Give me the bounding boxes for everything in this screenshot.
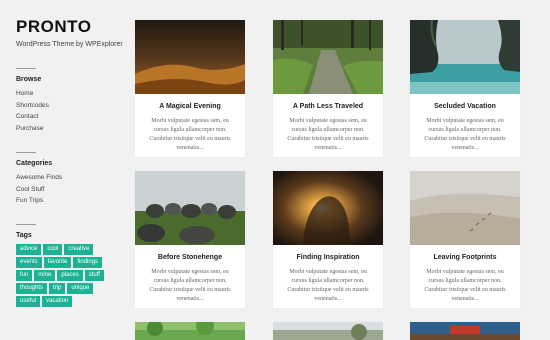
site-tagline: WordPress Theme by WPExplorer — [16, 41, 123, 48]
tag-unique[interactable]: unique — [67, 283, 94, 294]
post-excerpt: Morbi vulputate egestas sem, eu cursus l… — [287, 269, 369, 302]
post-thumbnail[interactable] — [135, 171, 245, 245]
tag-events[interactable]: events — [16, 257, 42, 268]
tag-cloud: advice cool creative events favorite fin… — [16, 244, 116, 307]
site-logo[interactable]: PRONTO — [16, 18, 126, 36]
nav-link-shortcodes[interactable]: Shortcodes — [16, 100, 126, 112]
tag-thoughts[interactable]: thoughts — [16, 283, 48, 294]
post-card[interactable] — [410, 322, 520, 340]
post-title[interactable]: Secluded Vacation — [410, 103, 520, 110]
tag-trip[interactable]: trip — [49, 283, 66, 294]
post-thumbnail[interactable] — [135, 322, 245, 340]
tag-mine[interactable]: mine — [34, 270, 56, 281]
divider — [16, 224, 36, 225]
tag-advice[interactable]: advice — [16, 244, 42, 255]
nav-link-contact[interactable]: Contact — [16, 111, 126, 123]
forest-path-image — [273, 20, 383, 94]
categories-section: Categories Awesome Finds Cool Stuff Fun … — [16, 152, 126, 207]
post-title[interactable]: Finding Inspiration — [273, 254, 383, 261]
tags-heading: Tags — [16, 232, 32, 239]
post-excerpt: Morbi vulputate egestas sem, eu cursus l… — [149, 118, 231, 151]
desert-evening-image — [135, 20, 245, 94]
tag-fun[interactable]: fun — [16, 270, 33, 281]
sand-dunes-image — [410, 171, 520, 245]
post-thumbnail[interactable] — [410, 171, 520, 245]
stone-circle-image — [135, 171, 245, 245]
nav-link-purchase[interactable]: Purchase — [16, 123, 126, 135]
tag-findings[interactable]: findings — [73, 257, 103, 268]
post-title[interactable]: Leaving Footprints — [410, 254, 520, 261]
post-thumbnail[interactable] — [273, 171, 383, 245]
post-card[interactable]: A Magical Evening Morbi vulputate egesta… — [135, 20, 245, 157]
post-card[interactable]: A Path Less Traveled Morbi vulputate ege… — [273, 20, 383, 157]
tag-useful[interactable]: useful — [16, 296, 41, 307]
post-excerpt: Morbi vulputate egestas sem, eu cursus l… — [424, 269, 506, 302]
category-link-fun-trips[interactable]: Fun Trips — [16, 195, 126, 207]
divider — [16, 68, 36, 69]
post-title[interactable]: A Path Less Traveled — [273, 103, 383, 110]
post-card[interactable] — [273, 322, 383, 340]
secluded-cove-image — [410, 20, 520, 94]
post-excerpt: Morbi vulputate egestas sem, eu cursus l… — [287, 118, 369, 151]
tag-creative[interactable]: creative — [64, 244, 94, 255]
tag-places[interactable]: places — [57, 270, 83, 281]
browse-section: Browse Home Shortcodes Contact Purchase — [16, 68, 126, 134]
category-link-cool-stuff[interactable]: Cool Stuff — [16, 184, 126, 196]
post-thumbnail[interactable] — [410, 20, 520, 94]
post-title[interactable]: Before Stonehenge — [135, 254, 245, 261]
tag-stuff[interactable]: stuff — [84, 270, 104, 281]
post-card[interactable]: Before Stonehenge Morbi vulputate egesta… — [135, 171, 245, 308]
tag-cool[interactable]: cool — [43, 244, 63, 255]
categories-heading: Categories — [16, 160, 53, 167]
post-thumbnail[interactable] — [135, 20, 245, 94]
post-card[interactable] — [135, 322, 245, 340]
post-excerpt: Morbi vulputate egestas sem, eu cursus l… — [149, 269, 231, 302]
tag-favorite[interactable]: favorite — [43, 257, 72, 268]
post-card[interactable]: Secluded Vacation Morbi vulputate egesta… — [410, 20, 520, 157]
post-card[interactable]: Leaving Footprints Morbi vulputate egest… — [410, 171, 520, 308]
post-card[interactable]: Finding Inspiration Morbi vulputate eges… — [273, 171, 383, 308]
post-thumbnail[interactable] — [273, 20, 383, 94]
post-title[interactable]: A Magical Evening — [135, 103, 245, 110]
browse-heading: Browse — [16, 76, 42, 83]
post-thumbnail[interactable] — [273, 322, 383, 340]
post-excerpt: Morbi vulputate egestas sem, eu cursus l… — [424, 118, 506, 151]
category-link-awesome-finds[interactable]: Awesome Finds — [16, 172, 126, 184]
divider — [16, 152, 36, 153]
sidebar: PRONTO WordPress Theme by WPExplorer Bro… — [16, 18, 126, 307]
tags-section: Tags advice cool creative events favorit… — [16, 224, 126, 307]
tag-vacation[interactable]: vacation — [42, 296, 73, 307]
post-thumbnail[interactable] — [410, 322, 520, 340]
sunlight-person-image — [273, 171, 383, 245]
nav-link-home[interactable]: Home — [16, 88, 126, 100]
